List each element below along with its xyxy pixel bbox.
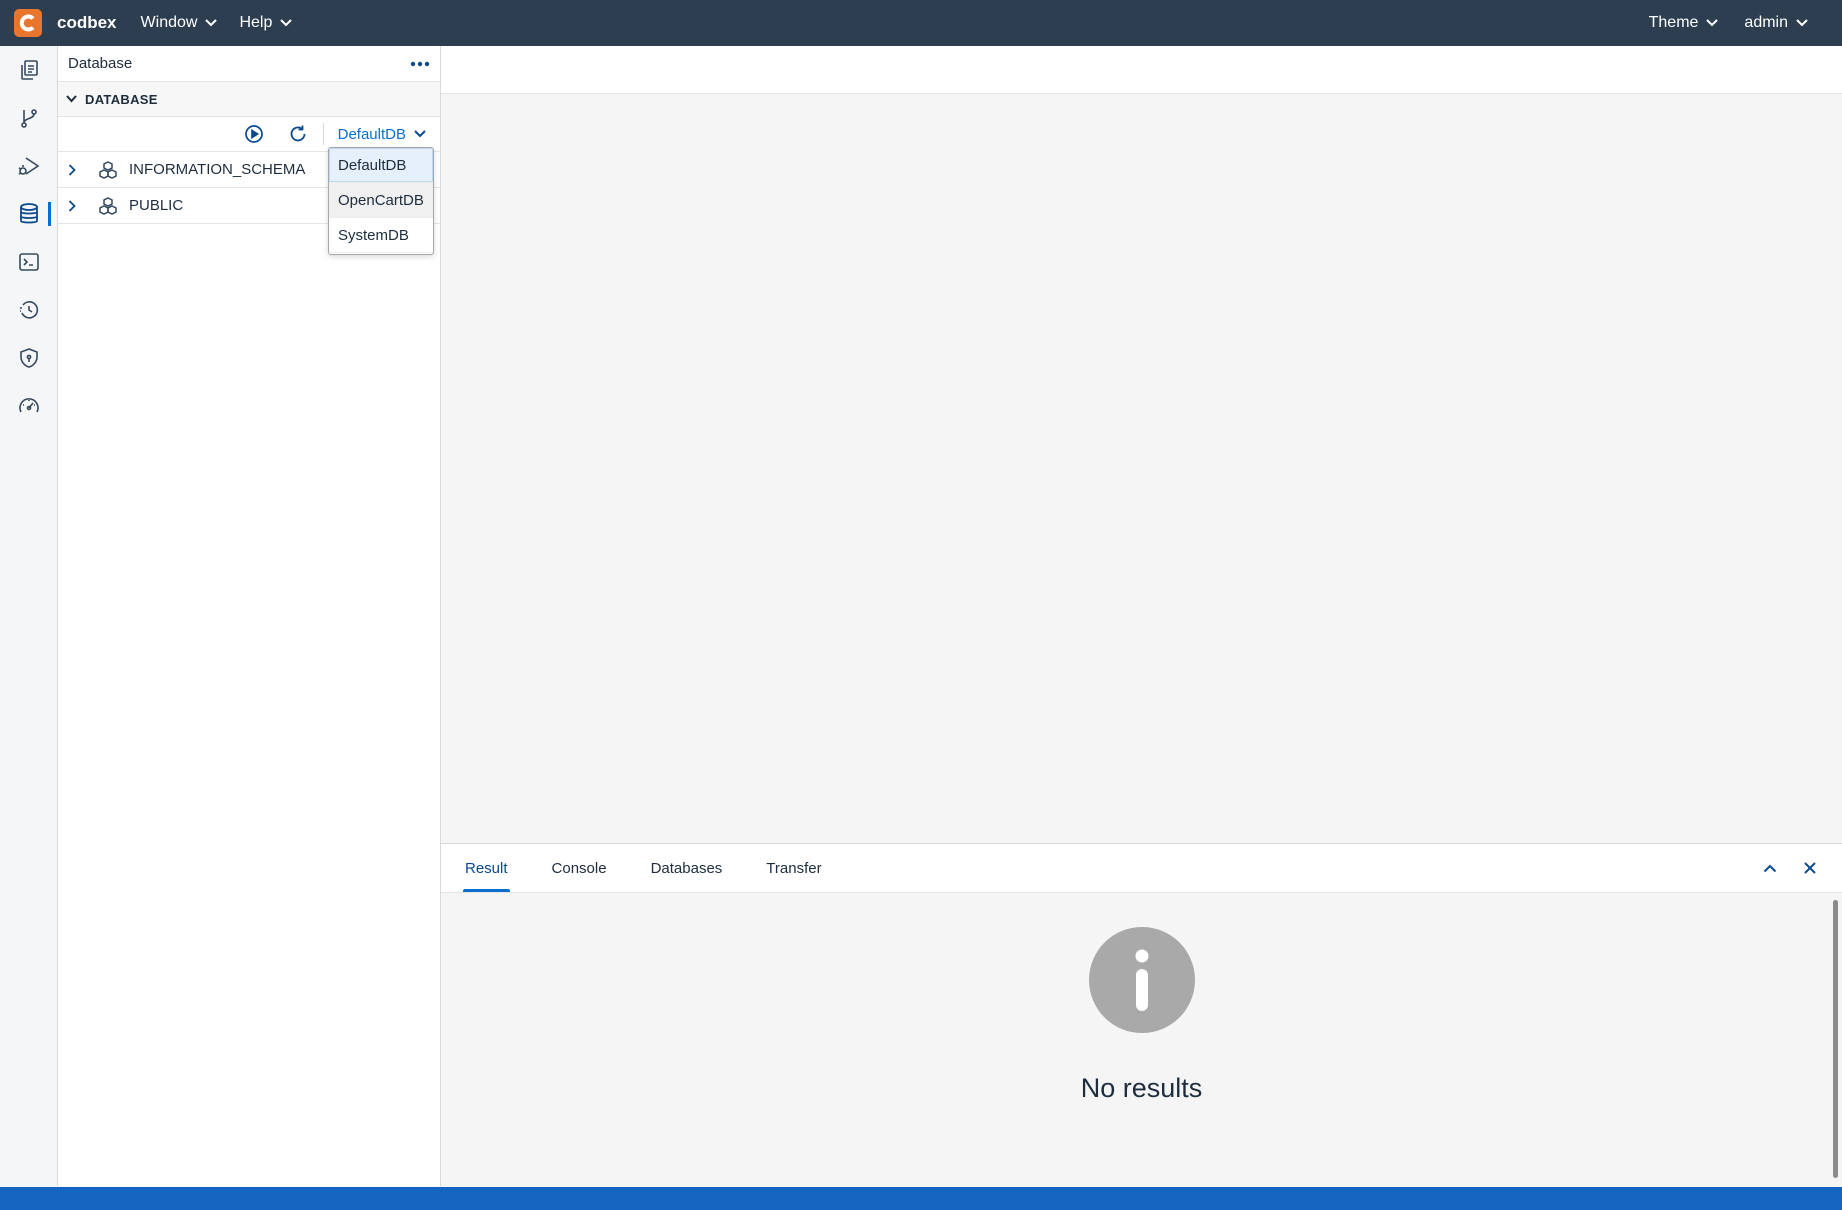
database-section-header[interactable]: DATABASE (58, 82, 440, 117)
tab-console[interactable]: Console (550, 844, 609, 892)
codbex-logo-icon[interactable] (14, 9, 42, 37)
more-options-icon[interactable] (410, 61, 430, 67)
terminal-icon (18, 253, 39, 271)
editor-tab-strip (441, 46, 1842, 94)
tree-item-label: PUBLIC (129, 197, 184, 214)
schema-cubes-icon (99, 160, 117, 179)
activity-bar (0, 46, 58, 1186)
activity-documents[interactable] (0, 50, 57, 90)
schema-cubes-icon (99, 196, 117, 215)
chevron-down-icon (66, 95, 77, 103)
bottom-panel: Result Console Databases Transfer No res… (441, 843, 1842, 1187)
history-icon (19, 301, 38, 319)
bottom-tabbar: Result Console Databases Transfer (441, 844, 1842, 893)
gauge-icon (18, 398, 39, 413)
window-menu[interactable]: Window (141, 14, 218, 32)
git-branch-icon (20, 109, 37, 128)
maximize-panel-button[interactable] (1758, 856, 1782, 880)
run-button[interactable] (239, 119, 269, 149)
panel-header: Database (58, 46, 440, 82)
refresh-button[interactable] (283, 119, 313, 149)
shield-icon (19, 348, 38, 368)
shell-right-menus: Theme admin (1649, 14, 1830, 32)
dropdown-option-opencartdb[interactable]: OpenCartDB (329, 183, 433, 218)
shell-bar: codbex Window Help Theme admin (0, 0, 1842, 46)
tab-transfer[interactable]: Transfer (764, 844, 823, 892)
tab-databases[interactable]: Databases (649, 844, 725, 892)
window-menu-label: Window (140, 14, 198, 31)
brand-name: codbex (57, 13, 117, 32)
status-bar (0, 1187, 1842, 1210)
database-select-value: DefaultDB (337, 125, 406, 143)
user-menu-label: admin (1744, 14, 1788, 31)
panel-actions (1742, 856, 1822, 880)
tree-item-label: INFORMATION_SCHEMA (129, 161, 306, 178)
chevron-down-icon (205, 19, 218, 27)
tab-result[interactable]: Result (463, 844, 510, 892)
empty-message: No results (1080, 1073, 1203, 1103)
database-select[interactable]: DefaultDB (338, 126, 426, 143)
activity-history[interactable] (0, 290, 57, 330)
panel-title: Database (68, 55, 133, 72)
activity-terminal[interactable] (0, 242, 57, 282)
documents-icon (20, 60, 38, 80)
help-menu[interactable]: Help (239, 14, 293, 32)
chevron-down-icon (1796, 19, 1808, 27)
chevron-up-icon (1763, 864, 1777, 872)
database-icon (19, 203, 38, 224)
close-panel-button[interactable] (1798, 856, 1822, 880)
debug-run-icon (18, 157, 39, 175)
chevron-down-icon (280, 19, 293, 27)
activity-security[interactable] (0, 338, 57, 378)
dropdown-option-systemdb[interactable]: SystemDB (329, 218, 433, 253)
empty-result: No results (441, 892, 1842, 1187)
activity-git[interactable] (0, 98, 57, 138)
theme-menu-label: Theme (1648, 14, 1699, 31)
refresh-icon (290, 125, 306, 142)
help-menu-label: Help (239, 14, 273, 31)
section-title: DATABASE (85, 91, 158, 107)
info-icon (1088, 927, 1195, 1033)
chevron-down-icon (414, 130, 426, 138)
database-dropdown-list: DefaultDB OpenCartDB SystemDB (328, 147, 434, 255)
scrollbar[interactable] (1833, 900, 1838, 1178)
chevron-down-icon (1706, 19, 1719, 27)
toolbar-separator (322, 123, 324, 145)
dropdown-option-defaultdb[interactable]: DefaultDB (329, 148, 433, 183)
activity-debug[interactable] (0, 146, 57, 186)
activity-monitor[interactable] (0, 386, 57, 426)
chevron-right-icon[interactable] (68, 199, 82, 212)
chevron-right-icon[interactable] (68, 163, 82, 176)
user-menu[interactable]: admin (1744, 14, 1808, 32)
theme-menu[interactable]: Theme (1649, 14, 1719, 32)
activity-database[interactable] (0, 194, 57, 234)
editor-area (441, 94, 1842, 842)
close-icon (1804, 862, 1816, 874)
play-circle-icon (244, 125, 263, 143)
